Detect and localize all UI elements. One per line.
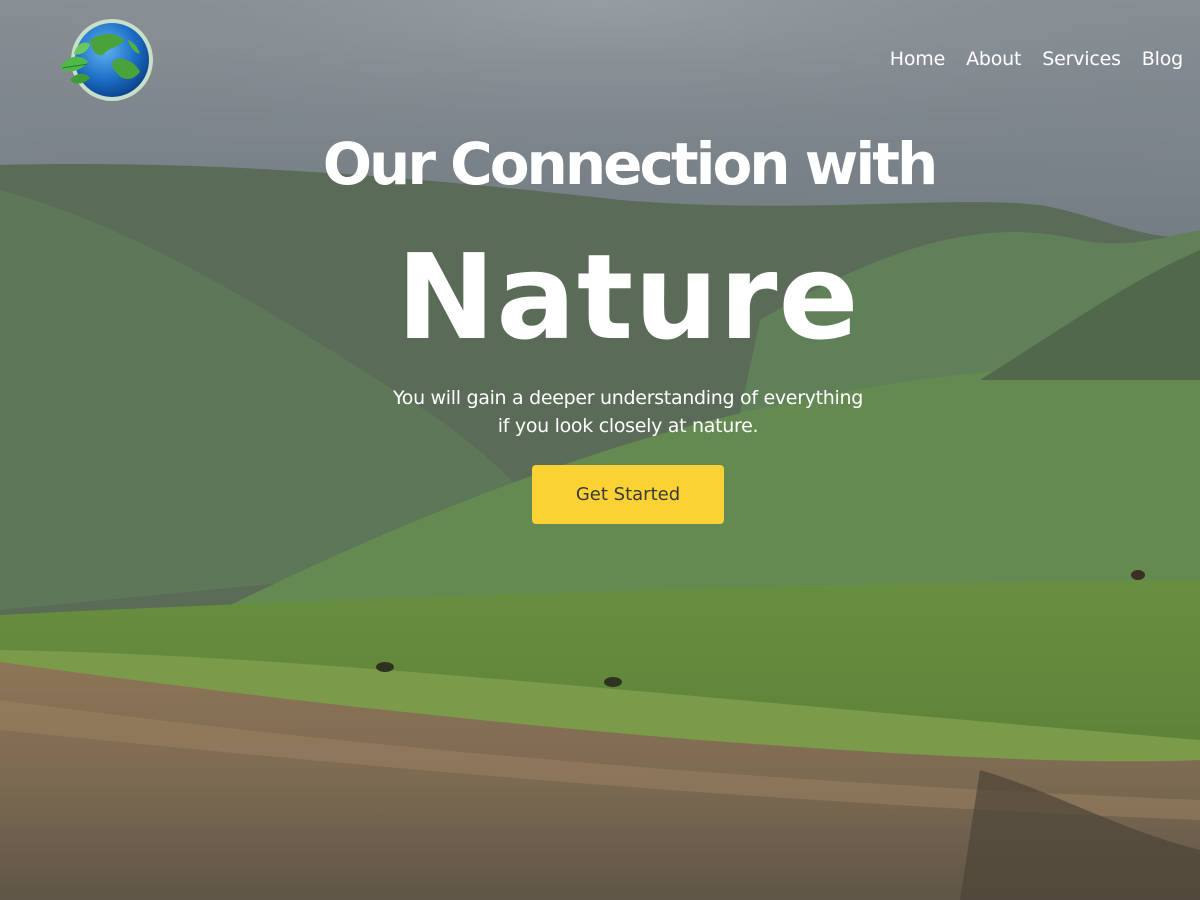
nav-link-blog[interactable]: Blog <box>1142 48 1183 70</box>
hero-headline-top: Our Connection with <box>322 130 939 198</box>
hero-subtitle-line-1: You will gain a deeper understanding of … <box>392 387 864 409</box>
get-started-button[interactable]: Get Started <box>532 465 724 524</box>
nav-link-services[interactable]: Services <box>1042 48 1121 70</box>
earth-globe-with-leaves-icon <box>60 19 153 101</box>
nav-link-about[interactable]: About <box>966 48 1021 70</box>
main-navigation: Home About Services Blog <box>869 48 1183 70</box>
hero-headline-main: Nature <box>396 228 860 366</box>
hero-subtitle: You will gain a deeper understanding of … <box>0 384 1200 440</box>
nav-link-home[interactable]: Home <box>890 48 946 70</box>
hero-subtitle-line-2: if you look closely at nature. <box>497 415 759 437</box>
site-logo[interactable] <box>50 18 156 104</box>
landing-page: Home About Services Blog Our Connection … <box>0 0 1200 900</box>
